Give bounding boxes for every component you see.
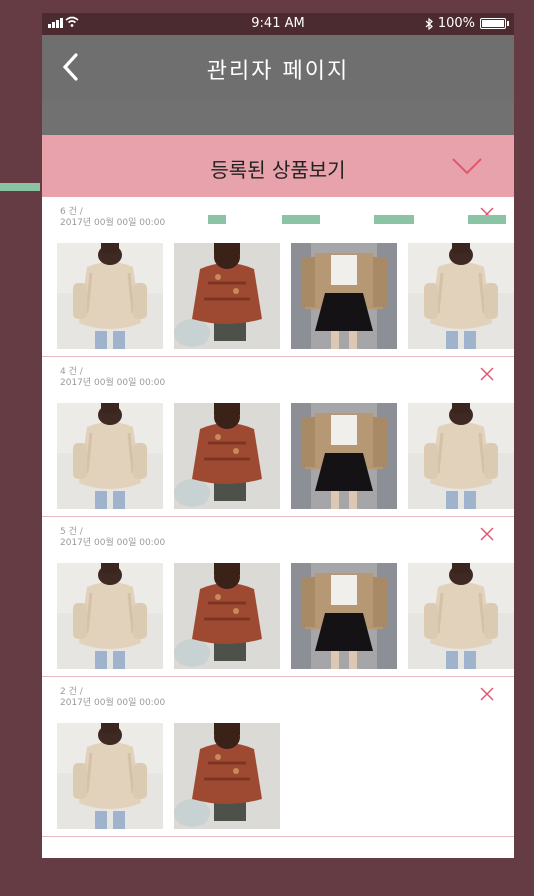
product-photo (291, 403, 397, 509)
battery-percent: 100% (437, 16, 475, 31)
product-thumbnail-cream[interactable] (57, 403, 163, 509)
product-photo (57, 243, 163, 349)
item-count: 4 건 / (60, 367, 83, 377)
panel-title: 등록된 상품보기 (210, 158, 346, 182)
product-thumbnail-red[interactable] (174, 243, 280, 349)
close-icon[interactable] (480, 527, 494, 541)
product-thumbnail-tan[interactable] (291, 563, 397, 669)
close-icon[interactable] (480, 367, 494, 381)
thumbnail-row (57, 563, 514, 669)
annotation-dashes (208, 215, 514, 225)
product-photo (57, 723, 163, 829)
registered-products-list: 6 건 / 2017년 00월 00일 00:00 4 건 / 2017년 00… (42, 197, 514, 837)
thumbnail-row (57, 403, 514, 509)
overlay-strip (42, 101, 514, 135)
product-thumbnail-cream[interactable] (408, 243, 514, 349)
list-item: 6 건 / 2017년 00월 00일 00:00 (42, 197, 514, 357)
list-item: 4 건 / 2017년 00월 00일 00:00 (42, 357, 514, 517)
product-photo (408, 563, 514, 669)
product-thumbnail-tan[interactable] (291, 243, 397, 349)
item-date: 2017년 00월 00일 00:00 (60, 378, 166, 388)
product-thumbnail-cream[interactable] (57, 243, 163, 349)
item-date: 2017년 00월 00일 00:00 (60, 218, 166, 228)
item-date: 2017년 00월 00일 00:00 (60, 698, 166, 708)
chevron-down-icon[interactable] (451, 156, 483, 176)
page-title: 관리자 페이지 (206, 59, 350, 84)
item-count: 5 건 / (60, 527, 83, 537)
product-photo (174, 723, 280, 829)
close-icon[interactable] (480, 687, 494, 701)
status-right: 100% (425, 16, 509, 31)
product-photo (57, 563, 163, 669)
phone-screen: 9:41 AM 100% 관리자 페이지 등록된 상품보기 6 건 / 2017… (42, 13, 514, 858)
product-thumbnail-cream[interactable] (408, 403, 514, 509)
product-thumbnail-red[interactable] (174, 563, 280, 669)
product-thumbnail-cream[interactable] (408, 563, 514, 669)
bluetooth-icon (425, 17, 433, 30)
product-photo (291, 243, 397, 349)
product-photo (57, 403, 163, 509)
product-photo (174, 403, 280, 509)
product-thumbnail-tan[interactable] (291, 403, 397, 509)
annotation-marker (0, 183, 40, 191)
product-photo (408, 243, 514, 349)
status-bar: 9:41 AM 100% (42, 13, 514, 35)
thumbnail-row (57, 723, 514, 829)
list-item: 5 건 / 2017년 00월 00일 00:00 (42, 517, 514, 677)
battery-icon (480, 18, 509, 29)
list-item: 2 건 / 2017년 00월 00일 00:00 (42, 677, 514, 837)
product-photo (174, 243, 280, 349)
product-thumbnail-red[interactable] (174, 723, 280, 829)
item-count: 2 건 / (60, 687, 83, 697)
nav-bar: 관리자 페이지 (42, 35, 514, 101)
item-date: 2017년 00월 00일 00:00 (60, 538, 166, 548)
item-count: 6 건 / (60, 207, 83, 217)
product-photo (291, 563, 397, 669)
product-photo (174, 563, 280, 669)
panel-header[interactable]: 등록된 상품보기 (42, 135, 514, 197)
thumbnail-row (57, 243, 514, 349)
product-thumbnail-cream[interactable] (57, 723, 163, 829)
product-thumbnail-red[interactable] (174, 403, 280, 509)
product-photo (408, 403, 514, 509)
product-thumbnail-cream[interactable] (57, 563, 163, 669)
